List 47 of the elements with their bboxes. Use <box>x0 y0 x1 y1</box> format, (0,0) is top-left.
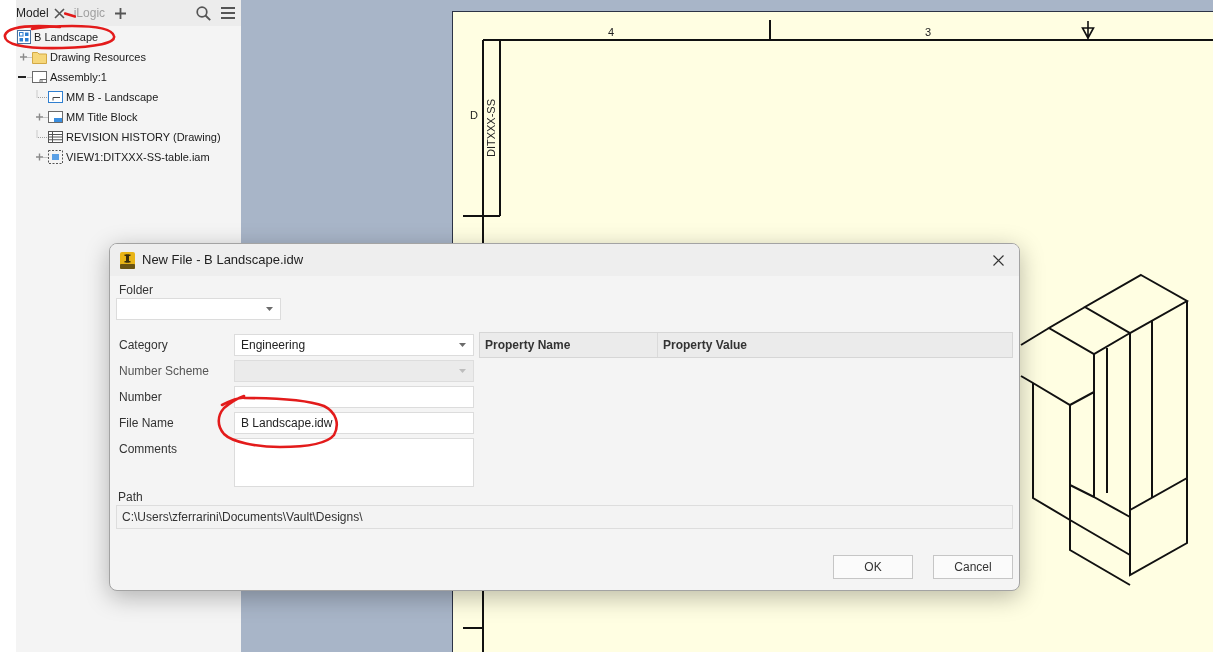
dashed-view-icon <box>48 150 63 164</box>
tree-item-label[interactable]: Drawing Resources <box>50 50 146 64</box>
dialog-title: New File - B Landscape.idw <box>142 251 304 270</box>
tree-item-label[interactable]: MM B - Landscape <box>66 90 159 104</box>
caret-icon <box>459 369 466 373</box>
comments-box[interactable] <box>234 438 474 487</box>
column-header[interactable]: Property Name <box>480 333 658 357</box>
browser-tab[interactable]: Model <box>16 5 49 21</box>
field-label: Number Scheme <box>118 363 210 378</box>
close-tab-button[interactable] <box>53 7 66 19</box>
tree-item-label[interactable]: MM Title Block <box>66 110 138 124</box>
caret-icon <box>459 343 466 347</box>
field-label: Folder <box>118 283 153 297</box>
input-field[interactable]: B Landscape.idw <box>234 412 474 434</box>
folder-icon <box>32 50 47 64</box>
zone-number: 4 <box>607 26 615 38</box>
dialog-button[interactable]: Cancel <box>933 555 1013 579</box>
close-icon <box>54 7 66 19</box>
field-label: Number <box>118 389 162 404</box>
column-header[interactable]: Property Value <box>658 333 1012 357</box>
close-icon <box>992 254 1004 266</box>
app-logo-icon <box>120 251 135 269</box>
caret-icon <box>266 307 273 311</box>
drawing-number-text: DITXXX-SS <box>485 98 497 158</box>
menu-icon[interactable] <box>221 7 235 19</box>
close-button[interactable] <box>991 253 1005 267</box>
sheet-icon <box>32 70 47 84</box>
title-block-icon <box>48 110 63 124</box>
dialog-button[interactable]: OK <box>833 555 913 579</box>
zone-letter: D <box>470 109 478 121</box>
tree-item-label[interactable]: Assembly:1 <box>50 70 107 84</box>
field-label: Comments <box>118 441 177 456</box>
field-label: Path <box>117 490 143 504</box>
zone-number: 3 <box>924 26 932 38</box>
table-icon <box>48 130 63 144</box>
search-icon[interactable] <box>196 5 211 21</box>
add-tab-plus-icon[interactable] <box>115 7 127 19</box>
input-field[interactable] <box>234 386 474 408</box>
tree-item-label[interactable]: B Landscape <box>34 30 99 44</box>
field-label: File Name <box>118 415 174 430</box>
ink-stroke-annotation <box>64 12 76 18</box>
path-field: C:\Users\zferrarini\Documents\Vault\Designs\ <box>116 505 1013 529</box>
dropdown[interactable]: Engineering <box>234 334 474 356</box>
field-label: Category <box>118 337 168 352</box>
tree-item-label[interactable]: REVISION HISTORY (Drawing) <box>66 130 221 144</box>
sheet-border-icon <box>48 90 63 104</box>
tree-item-label[interactable]: VIEW1:DITXXX-SS-table.iam <box>66 150 210 164</box>
